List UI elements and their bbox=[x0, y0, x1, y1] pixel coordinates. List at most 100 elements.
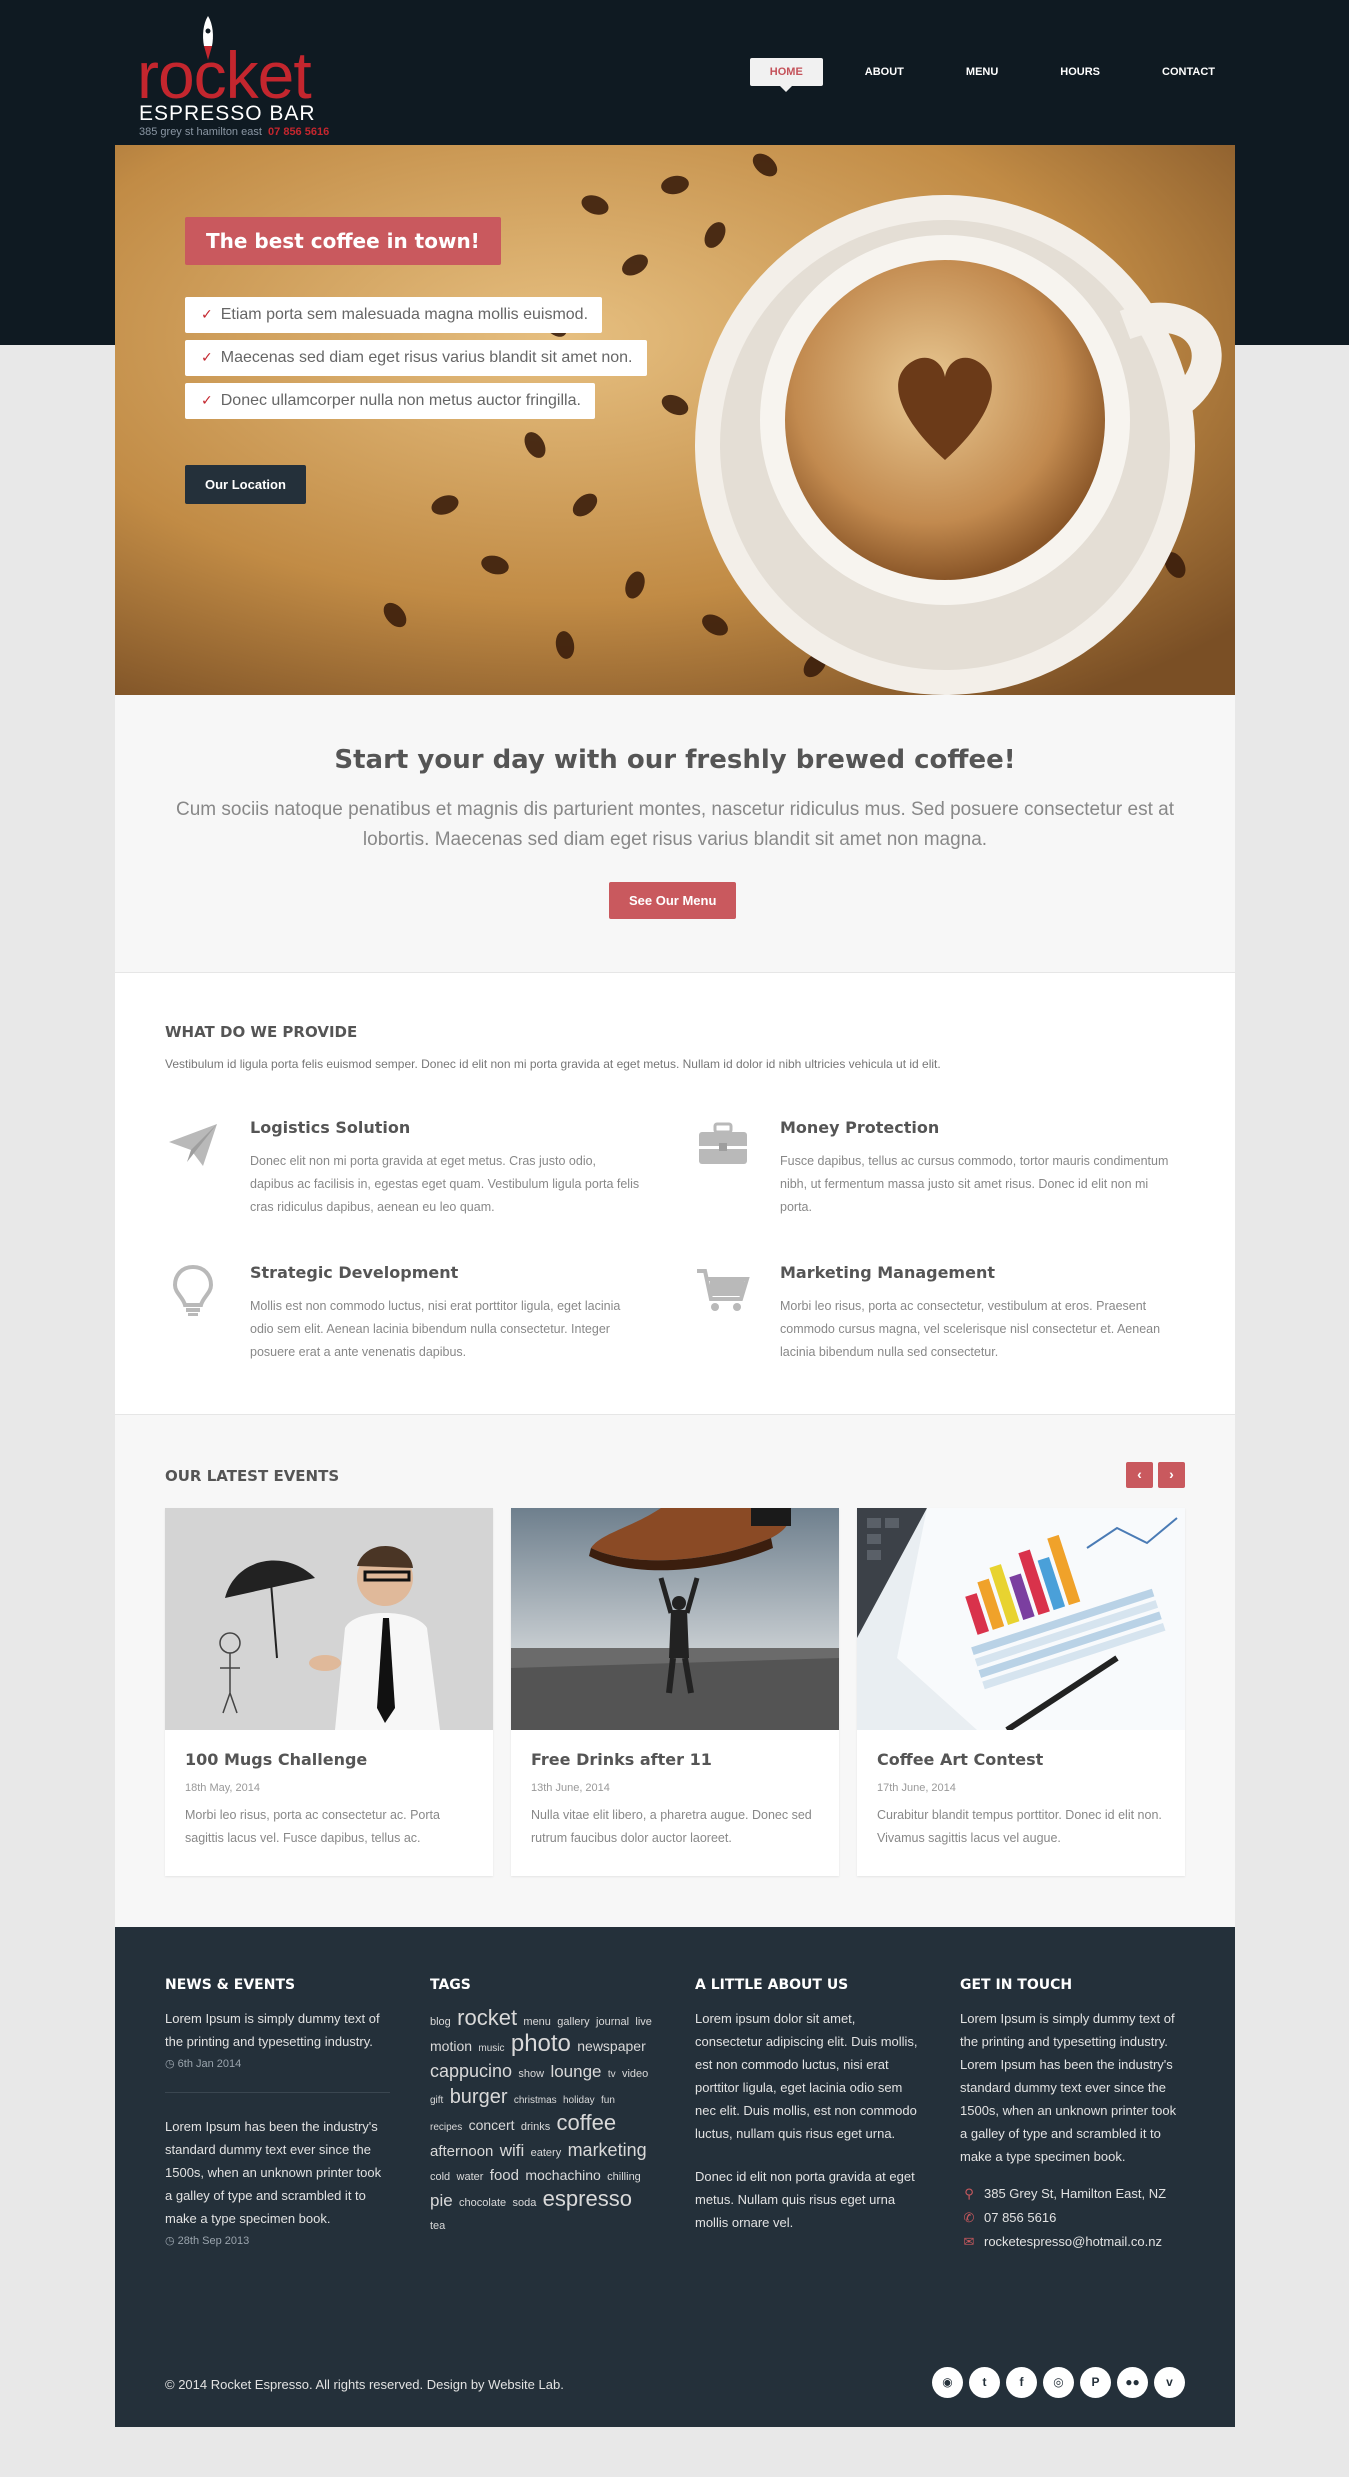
event-image bbox=[857, 1508, 1185, 1730]
facebook-icon[interactable]: f bbox=[1006, 2367, 1037, 2398]
carousel-prev-button[interactable]: ‹ bbox=[1126, 1462, 1153, 1488]
check-icon: ✓ bbox=[201, 392, 213, 408]
flickr-icon[interactable]: ●● bbox=[1117, 2367, 1148, 2398]
contact-phone: ✆ 07 856 5616 bbox=[960, 2210, 1185, 2226]
lightbulb-icon bbox=[172, 1264, 214, 1316]
twitter-icon[interactable]: t bbox=[969, 2367, 1000, 2398]
nav-contact[interactable]: CONTACT bbox=[1142, 58, 1235, 86]
tag-link[interactable]: tv bbox=[608, 2069, 616, 2080]
footer-about-title: A LITTLE ABOUT US bbox=[695, 1977, 849, 1993]
tag-link[interactable]: drinks bbox=[521, 2121, 550, 2133]
tag-link[interactable]: recipes bbox=[430, 2122, 462, 2133]
hero-feature-text: Etiam porta sem malesuada magna mollis e… bbox=[220, 306, 589, 323]
footer-about: A LITTLE ABOUT US Lorem ipsum dolor sit … bbox=[695, 1977, 920, 2234]
event-card[interactable]: 100 Mugs Challenge 18th May, 2014 Morbi … bbox=[165, 1508, 493, 1876]
clock-icon: ◷ bbox=[165, 2235, 175, 2247]
footer-contact: GET IN TOUCH Lorem Ipsum is simply dummy… bbox=[960, 1977, 1185, 2258]
brand-address: 385 grey st hamilton east bbox=[139, 126, 262, 138]
rss-icon[interactable]: ◉ bbox=[932, 2367, 963, 2398]
see-our-menu-button[interactable]: See Our Menu bbox=[609, 882, 737, 919]
tag-link[interactable]: concert bbox=[469, 2117, 515, 2133]
contact-email-text[interactable]: rocketespresso@hotmail.co.nz bbox=[984, 2234, 1162, 2249]
map-pin-icon: ⚲ bbox=[964, 2186, 974, 2201]
footer-tags-title: TAGS bbox=[430, 1977, 471, 1993]
service-text: Donec elit non mi porta gravida at eget … bbox=[250, 1154, 640, 1214]
briefcase-icon bbox=[699, 1122, 747, 1164]
hero-feature-list: ✓ Etiam porta sem malesuada magna mollis … bbox=[185, 297, 647, 426]
tag-link[interactable]: holiday bbox=[563, 2095, 595, 2106]
contact-email[interactable]: ✉ rocketespresso@hotmail.co.nz bbox=[960, 2234, 1185, 2250]
tag-link[interactable]: tea bbox=[430, 2220, 445, 2232]
tag-link[interactable]: lounge bbox=[550, 2062, 601, 2081]
dribbble-icon[interactable]: ◎ bbox=[1043, 2367, 1074, 2398]
our-location-button[interactable]: Our Location bbox=[185, 465, 306, 504]
tag-link[interactable]: wifi bbox=[500, 2141, 525, 2160]
tag-link[interactable]: cold bbox=[430, 2171, 450, 2183]
tag-link[interactable]: water bbox=[457, 2171, 484, 2183]
hero-feature-item: ✓ Donec ullamcorper nulla non metus aucto… bbox=[185, 383, 595, 419]
news-item-text[interactable]: Lorem Ipsum is simply dummy text of the … bbox=[165, 2007, 390, 2053]
events-title: OUR LATEST EVENTS bbox=[165, 1467, 340, 1485]
tag-link[interactable]: marketing bbox=[568, 2140, 647, 2160]
tag-link[interactable]: chocolate bbox=[459, 2197, 506, 2209]
event-card[interactable]: Free Drinks after 11 13th June, 2014 Nul… bbox=[511, 1508, 839, 1876]
tag-link[interactable]: live bbox=[635, 2016, 652, 2028]
tag-link[interactable]: video bbox=[622, 2068, 648, 2080]
contact-address-text: 385 Grey St, Hamilton East, NZ bbox=[984, 2186, 1167, 2201]
vimeo-icon[interactable]: v bbox=[1154, 2367, 1185, 2398]
nav-home[interactable]: HOME bbox=[749, 58, 823, 92]
logo[interactable]: rocket ESPRESSO BAR 385 grey st hamilton… bbox=[127, 12, 347, 138]
tag-link[interactable]: show bbox=[518, 2068, 544, 2080]
brand-address-line: 385 grey st hamilton east 07 856 5616 bbox=[139, 126, 329, 138]
tag-link[interactable]: cappucino bbox=[430, 2061, 512, 2081]
event-card[interactable]: Coffee Art Contest 17th June, 2014 Curab… bbox=[857, 1508, 1185, 1876]
tag-link[interactable]: burger bbox=[450, 2086, 508, 2108]
social-links: ◉ t f ◎ P ●● v bbox=[932, 2367, 1185, 2398]
nav-hours[interactable]: HOURS bbox=[1040, 58, 1120, 86]
tag-link[interactable]: espresso bbox=[543, 2186, 632, 2211]
hero-banner: The best coffee in town! ✓ Etiam porta se… bbox=[115, 145, 1235, 695]
about-text: Donec id elit non porta gravida at eget … bbox=[695, 2169, 915, 2230]
nav-about[interactable]: ABOUT bbox=[845, 58, 924, 86]
tag-link[interactable]: fun bbox=[601, 2095, 615, 2106]
tag-link[interactable]: music bbox=[478, 2043, 504, 2054]
tag-link[interactable]: pie bbox=[430, 2191, 453, 2210]
event-image bbox=[165, 1508, 493, 1730]
tag-cloud: blog rocket menu gallery journal live mo… bbox=[430, 2007, 655, 2237]
tag-link[interactable]: rocket bbox=[457, 2005, 517, 2030]
tag-link[interactable]: gallery bbox=[557, 2016, 589, 2028]
events-section: OUR LATEST EVENTS ‹ › 100 Mugs Challenge… bbox=[115, 1414, 1235, 1927]
tag-link[interactable]: soda bbox=[512, 2197, 536, 2209]
event-image bbox=[511, 1508, 839, 1730]
phone-icon: ✆ bbox=[963, 2210, 975, 2225]
tag-link[interactable]: food bbox=[490, 2167, 519, 2184]
main-nav: HOME ABOUT MENU HOURS CONTACT bbox=[728, 58, 1235, 92]
services-section: WHAT DO WE PROVIDE Vestibulum id ligula … bbox=[115, 972, 1235, 1414]
cart-icon bbox=[697, 1269, 750, 1311]
tag-link[interactable]: blog bbox=[430, 2016, 451, 2028]
tag-link[interactable]: newspaper bbox=[577, 2038, 646, 2054]
clock-icon: ◷ bbox=[165, 2058, 175, 2070]
services-title: WHAT DO WE PROVIDE bbox=[165, 1023, 358, 1041]
tag-link[interactable]: motion bbox=[430, 2038, 472, 2054]
footer-news: NEWS & EVENTS Lorem Ipsum is simply dumm… bbox=[165, 1977, 390, 2247]
tag-link[interactable]: journal bbox=[596, 2016, 629, 2028]
brand-subtitle: ESPRESSO BAR bbox=[139, 102, 316, 125]
tag-link[interactable]: menu bbox=[523, 2016, 551, 2028]
tag-link[interactable]: gift bbox=[430, 2095, 443, 2106]
tag-link[interactable]: afternoon bbox=[430, 2143, 493, 2160]
footer-tags: TAGS blog rocket menu gallery journal li… bbox=[430, 1977, 655, 2237]
pinterest-icon[interactable]: P bbox=[1080, 2367, 1111, 2398]
about-text: Lorem ipsum dolor sit amet, consectetur … bbox=[695, 2011, 918, 2141]
tag-link[interactable]: coffee bbox=[557, 2110, 617, 2135]
tag-link[interactable]: chilling bbox=[607, 2171, 641, 2183]
carousel-next-button[interactable]: › bbox=[1158, 1462, 1185, 1488]
tag-link[interactable]: mochachino bbox=[525, 2167, 601, 2183]
tag-link[interactable]: christmas bbox=[514, 2095, 557, 2106]
contact-address: ⚲ 385 Grey St, Hamilton East, NZ bbox=[960, 2186, 1185, 2202]
tag-link[interactable]: photo bbox=[511, 2030, 571, 2057]
news-item-text[interactable]: Lorem Ipsum has been the industry's stan… bbox=[165, 2115, 390, 2230]
event-date: 17th June, 2014 bbox=[877, 1782, 956, 1794]
nav-menu[interactable]: MENU bbox=[946, 58, 1018, 86]
tag-link[interactable]: eatery bbox=[531, 2147, 562, 2159]
